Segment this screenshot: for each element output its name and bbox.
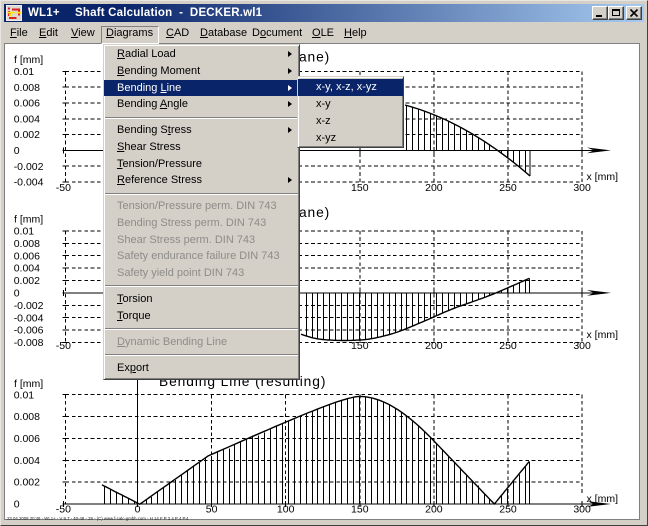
svg-text:250: 250 [499,504,517,516]
svg-text:0.002: 0.002 [14,129,40,141]
svg-text:0.006: 0.006 [14,250,40,262]
svg-text:-0.004: -0.004 [14,177,44,189]
svg-text:200: 200 [425,340,443,352]
svg-text:f [mm]: f [mm] [14,378,43,390]
svg-text:0.004: 0.004 [14,113,40,125]
svg-text:f [mm]: f [mm] [14,54,43,66]
svg-text:100: 100 [277,504,295,516]
svg-text:-0.002: -0.002 [14,300,44,312]
svg-text:-50: -50 [56,504,71,516]
svg-text:150: 150 [351,504,369,516]
svg-text:x [mm]: x [mm] [587,329,619,341]
svg-text:150: 150 [351,340,369,352]
svg-text:0.006: 0.006 [14,433,40,445]
svg-text:-0.004: -0.004 [14,312,44,324]
svg-text:300: 300 [573,182,591,194]
svg-text:250: 250 [499,340,517,352]
svg-text:150: 150 [351,182,369,194]
svg-text:300: 300 [573,504,591,516]
svg-text:-0.006: -0.006 [14,325,44,337]
svg-text:0: 0 [14,288,20,300]
svg-text:0.008: 0.008 [14,82,40,94]
svg-text:50: 50 [206,504,218,516]
svg-text:200: 200 [425,504,443,516]
svg-text:0.01: 0.01 [14,66,35,78]
svg-text:-50: -50 [56,182,71,194]
svg-text:0.004: 0.004 [14,455,40,467]
svg-text:0: 0 [135,504,141,516]
svg-text:-0.008: -0.008 [14,337,44,349]
svg-text:x [mm]: x [mm] [587,171,619,183]
svg-text:-50: -50 [56,340,71,352]
svg-text:0.01: 0.01 [14,226,35,238]
svg-text:0.01: 0.01 [14,389,35,401]
svg-text:250: 250 [499,182,517,194]
svg-text:0.008: 0.008 [14,411,40,423]
svg-text:200: 200 [425,182,443,194]
svg-text:0: 0 [14,499,20,511]
svg-text:f [mm]: f [mm] [14,214,43,226]
svg-text:x [mm]: x [mm] [587,493,619,505]
svg-text:0.004: 0.004 [14,263,40,275]
svg-text:0.002: 0.002 [14,275,40,287]
svg-text:0: 0 [14,145,20,157]
svg-text:0.006: 0.006 [14,98,40,110]
svg-text:300: 300 [573,340,591,352]
svg-text:0.002: 0.002 [14,477,40,489]
svg-text:-0.002: -0.002 [14,161,44,173]
svg-text:0.008: 0.008 [14,238,40,250]
